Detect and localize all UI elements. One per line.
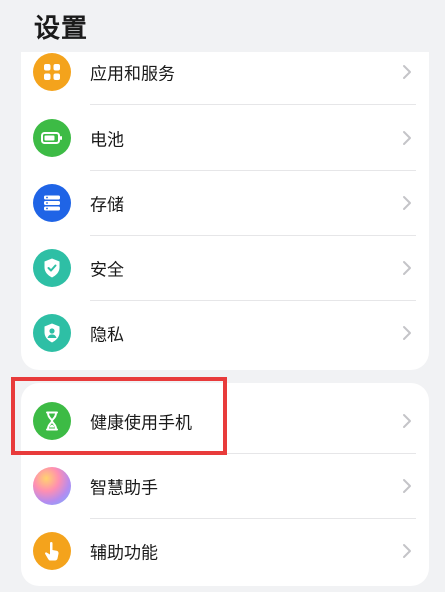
highlight-box xyxy=(11,377,227,455)
chevron-right-icon xyxy=(403,478,411,493)
settings-item-smart-assistant[interactable]: 智慧助手 xyxy=(21,453,429,518)
settings-item-label: 安全 xyxy=(90,260,124,280)
settings-item-label: 存储 xyxy=(90,195,124,215)
settings-item-security[interactable]: 安全 xyxy=(21,235,429,300)
battery-icon xyxy=(33,118,71,157)
page-title: 设置 xyxy=(34,14,89,44)
settings-item-battery[interactable]: 电池 xyxy=(21,105,429,170)
chevron-right-icon xyxy=(403,413,411,428)
shield-check-icon xyxy=(33,248,71,287)
settings-item-label: 电池 xyxy=(90,130,124,150)
settings-item-label: 智慧助手 xyxy=(90,478,158,498)
chevron-right-icon xyxy=(403,64,411,79)
settings-group-1: 应用和服务 电池 存储 安全 隐私 xyxy=(21,52,429,370)
chevron-right-icon xyxy=(403,130,411,145)
settings-item-label: 应用和服务 xyxy=(90,64,175,84)
settings-item-label: 辅助功能 xyxy=(90,543,158,563)
chevron-right-icon xyxy=(403,260,411,275)
chevron-right-icon xyxy=(403,195,411,210)
privacy-shield-icon xyxy=(33,313,71,352)
chevron-right-icon xyxy=(403,543,411,558)
settings-item-apps-services[interactable]: 应用和服务 xyxy=(21,52,429,104)
apps-icon xyxy=(33,52,71,91)
assistant-orb-icon xyxy=(33,466,71,505)
settings-item-storage[interactable]: 存储 xyxy=(21,170,429,235)
storage-icon xyxy=(33,183,71,222)
settings-item-label: 隐私 xyxy=(90,325,124,345)
settings-item-accessibility[interactable]: 辅助功能 xyxy=(21,518,429,583)
chevron-right-icon xyxy=(403,325,411,340)
settings-item-privacy[interactable]: 隐私 xyxy=(21,300,429,365)
hand-tap-icon xyxy=(33,531,71,570)
